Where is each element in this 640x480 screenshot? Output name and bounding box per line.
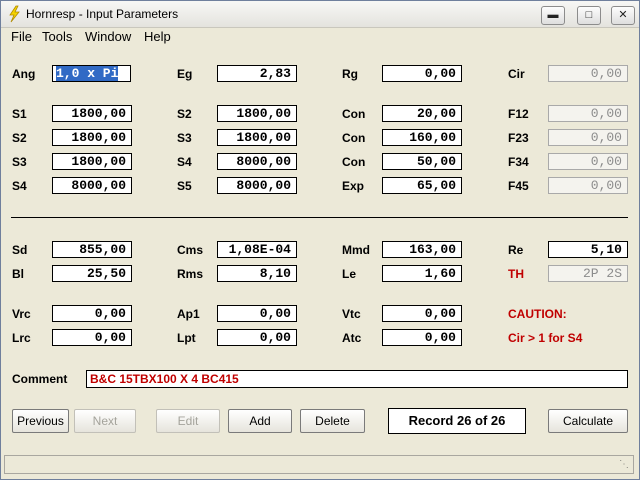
- label-s2: S2: [177, 107, 192, 121]
- con-2-field[interactable]: 160,00: [382, 129, 462, 146]
- cms-field[interactable]: 1,08E-04: [217, 241, 297, 258]
- label-f12: F12: [508, 107, 529, 121]
- maximize-button[interactable]: □: [577, 6, 601, 25]
- minimize-icon: ▬: [547, 9, 559, 21]
- ang-value: 1,0 x Pi: [56, 66, 119, 81]
- label-f45: F45: [508, 179, 529, 193]
- label-bl: Bl: [12, 267, 24, 281]
- label-con-3: Con: [342, 155, 366, 169]
- label-lrc: Lrc: [12, 331, 31, 345]
- con-3-field[interactable]: 50,00: [382, 153, 462, 170]
- label-ap1: Ap1: [177, 307, 200, 321]
- caution-message: Cir > 1 for S4: [508, 331, 583, 345]
- label-con-2: Con: [342, 131, 366, 145]
- mmd-field[interactable]: 163,00: [382, 241, 462, 258]
- menu-file[interactable]: File: [11, 29, 32, 44]
- menu-window[interactable]: Window: [85, 29, 131, 44]
- vtc-field[interactable]: 0,00: [382, 305, 462, 322]
- caution-title: CAUTION:: [508, 307, 567, 321]
- label-sd: Sd: [12, 243, 28, 257]
- status-bar: ⋱: [4, 455, 634, 474]
- s2-row-field[interactable]: 1800,00: [52, 129, 132, 146]
- label-f23: F23: [508, 131, 529, 145]
- lrc-field[interactable]: 0,00: [52, 329, 132, 346]
- label-f34: F34: [508, 155, 529, 169]
- label-vrc: Vrc: [12, 307, 31, 321]
- lpt-field[interactable]: 0,00: [217, 329, 297, 346]
- f45-field: 0,00: [548, 177, 628, 194]
- label-s2-row: S2: [12, 131, 27, 145]
- add-button[interactable]: Add: [228, 409, 292, 433]
- th-field: 2P 2S: [548, 265, 628, 282]
- label-con-1: Con: [342, 107, 366, 121]
- menu-help[interactable]: Help: [144, 29, 171, 44]
- label-lpt: Lpt: [177, 331, 196, 345]
- ang-field[interactable]: 1,0 x Pi: [52, 65, 131, 82]
- bl-field[interactable]: 25,50: [52, 265, 132, 282]
- s3-row-field[interactable]: 1800,00: [52, 153, 132, 170]
- title-bar[interactable]: Hornresp - Input Parameters ▬ □ ✕: [1, 1, 639, 28]
- maximize-icon: □: [585, 9, 593, 21]
- label-s5: S5: [177, 179, 192, 193]
- previous-button[interactable]: Previous: [12, 409, 69, 433]
- ap1-field[interactable]: 0,00: [217, 305, 297, 322]
- label-rg: Rg: [342, 67, 358, 81]
- next-button[interactable]: Next: [74, 409, 136, 433]
- atc-field[interactable]: 0,00: [382, 329, 462, 346]
- re-field[interactable]: 5,10: [548, 241, 628, 258]
- record-indicator: Record 26 of 26: [388, 408, 526, 434]
- s4-field[interactable]: 8000,00: [217, 153, 297, 170]
- menu-tools[interactable]: Tools: [42, 29, 72, 44]
- label-atc: Atc: [342, 331, 362, 345]
- label-rms: Rms: [177, 267, 204, 281]
- s5-field[interactable]: 8000,00: [217, 177, 297, 194]
- label-eg: Eg: [177, 67, 193, 81]
- menu-bar: File Tools Window Help: [1, 28, 639, 46]
- s3-field[interactable]: 1800,00: [217, 129, 297, 146]
- s4-row-field[interactable]: 8000,00: [52, 177, 132, 194]
- f23-field: 0,00: [548, 129, 628, 146]
- label-cms: Cms: [177, 243, 204, 257]
- label-vtc: Vtc: [342, 307, 361, 321]
- label-s3: S3: [177, 131, 192, 145]
- comment-field[interactable]: B&C 15TBX100 X 4 BC415: [86, 370, 628, 388]
- close-button[interactable]: ✕: [611, 6, 635, 25]
- rms-field[interactable]: 8,10: [217, 265, 297, 282]
- hornresp-icon: [9, 5, 20, 23]
- resize-grip-icon[interactable]: ⋱: [619, 459, 629, 470]
- exp-field[interactable]: 65,00: [382, 177, 462, 194]
- f34-field: 0,00: [548, 153, 628, 170]
- cir-field: 0,00: [548, 65, 628, 82]
- calculate-button[interactable]: Calculate: [548, 409, 628, 433]
- delete-button[interactable]: Delete: [300, 409, 365, 433]
- edit-button[interactable]: Edit: [156, 409, 220, 433]
- label-s4: S4: [177, 155, 192, 169]
- section-divider: [11, 217, 628, 218]
- label-re: Re: [508, 243, 524, 257]
- con-1-field[interactable]: 20,00: [382, 105, 462, 122]
- close-icon: ✕: [618, 9, 628, 21]
- s2-field[interactable]: 1800,00: [217, 105, 297, 122]
- label-le: Le: [342, 267, 357, 281]
- label-ang: Ang: [12, 67, 36, 81]
- label-th: TH: [508, 267, 524, 281]
- label-s3-row: S3: [12, 155, 27, 169]
- s1-field[interactable]: 1800,00: [52, 105, 132, 122]
- label-s4-row: S4: [12, 179, 27, 193]
- minimize-button[interactable]: ▬: [541, 6, 565, 25]
- eg-field[interactable]: 2,83: [217, 65, 297, 82]
- label-mmd: Mmd: [342, 243, 370, 257]
- label-s1: S1: [12, 107, 27, 121]
- label-comment: Comment: [12, 372, 68, 386]
- le-field[interactable]: 1,60: [382, 265, 462, 282]
- sd-field[interactable]: 855,00: [52, 241, 132, 258]
- vrc-field[interactable]: 0,00: [52, 305, 132, 322]
- f12-field: 0,00: [548, 105, 628, 122]
- window-title: Hornresp - Input Parameters: [26, 7, 179, 21]
- label-exp: Exp: [342, 179, 365, 193]
- label-cir: Cir: [508, 67, 525, 81]
- rg-field[interactable]: 0,00: [382, 65, 462, 82]
